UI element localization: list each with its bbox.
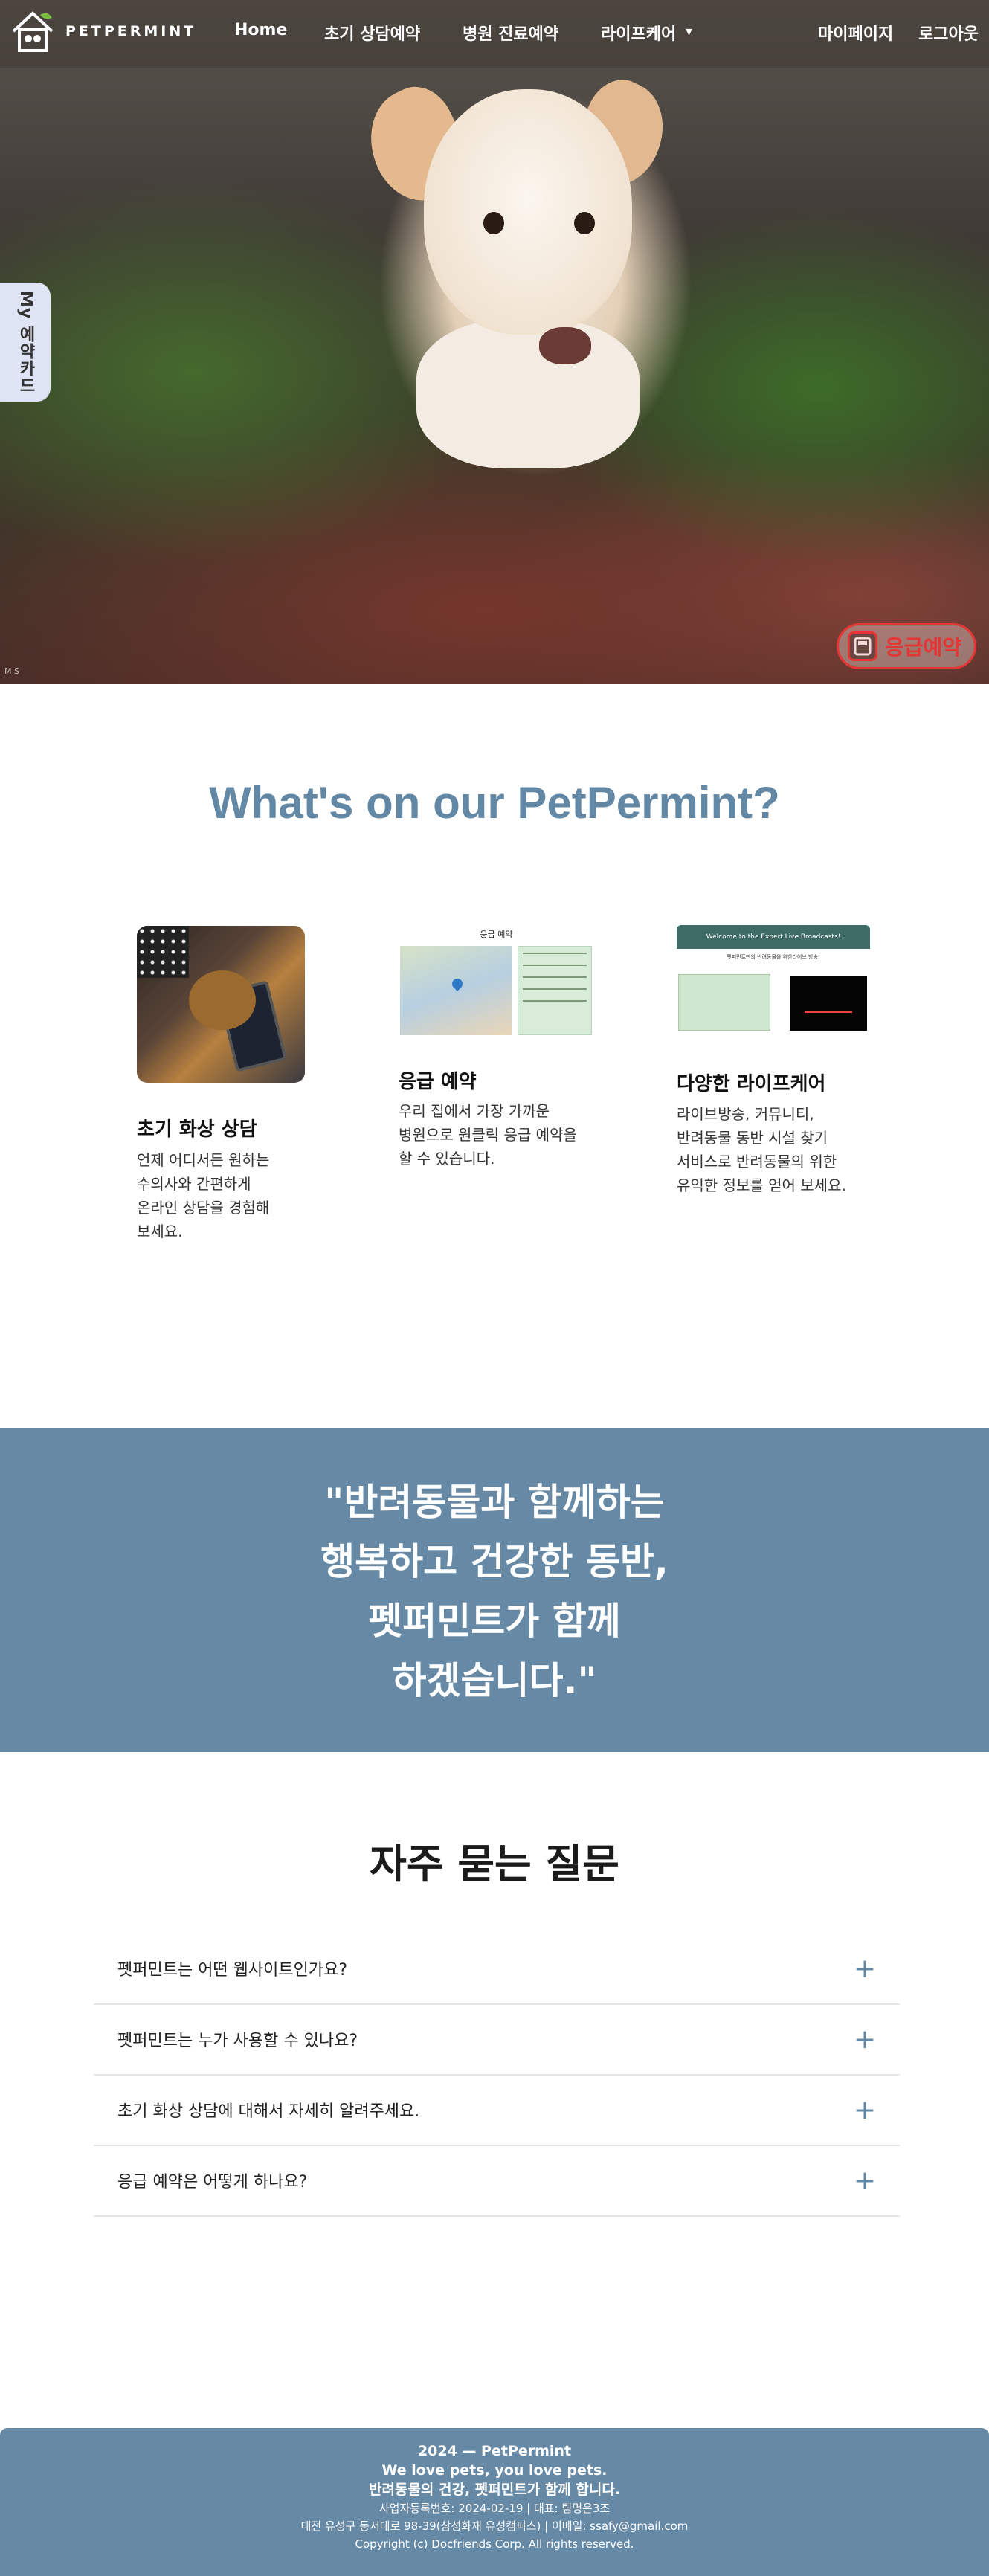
map-thumb-title: 응급 예약 [480,930,513,939]
footer-address: 대전 유성구 동서대로 98-39(삼성화재 유성캠퍼스) | 이메일: ssa… [300,2519,689,2533]
nav-hospital-booking[interactable]: 병원 진료예약 [463,21,558,45]
card-title-lifecare: 다양한 라이프케어 [677,1073,826,1095]
mission-quote: "반려동물과 함께하는 행복하고 건강한 동반, 펫퍼민트가 함께 하겠습니다.… [320,1481,669,1702]
nav-home[interactable]: Home [234,21,287,39]
logo-text: PETPERMINT [65,23,197,39]
map-thumbnail [400,946,512,1035]
footer: 2024 — PetPermint We love pets, you love… [0,2428,989,2576]
puppy-eye [483,212,504,234]
faq-title: 자주 묻는 질문 [370,1841,619,1887]
card-title-emergency: 응급 예약 [399,1071,477,1093]
faq-item[interactable]: 초기 화상 상담에 대해서 자세히 알려주세요. + [94,2075,900,2146]
dog-figure [189,970,256,1030]
plus-icon[interactable]: + [854,1954,876,1984]
faq-question: 펫퍼민트는 누가 사용할 수 있나요? [117,2032,358,2050]
emergency-label: 응급예약 [885,635,962,660]
emergency-booking-image: 응급 예약 [399,928,594,1040]
polka-dot-pattern [137,926,189,978]
side-tab-label: My 예약카드 [16,290,35,394]
nav-lifecare[interactable]: 라이프케어 [601,21,676,45]
footer-copyright: Copyright (c) Docfriends Corp. All right… [355,2537,634,2551]
puppy-eye [574,212,595,234]
plus-icon[interactable]: + [854,2024,876,2055]
map-pin-icon [450,976,465,991]
logo[interactable]: PETPERMINT [9,7,196,55]
plus-icon[interactable]: + [854,2095,876,2125]
top-navigation: PETPERMINT Home 초기 상담예약 병원 진료예약 라이프케어 ▾ … [0,0,989,68]
footer-slogan: 반려동물의 건강, 펫퍼민트가 함께 합니다. [368,2482,621,2498]
faq-item[interactable]: 펫퍼민트는 누가 사용할 수 있나요? + [94,2004,900,2076]
video-consult-image [137,926,305,1083]
my-reservation-card-tab[interactable]: My 예약카드 [0,283,51,402]
card-desc-lifecare: 라이브방송, 커뮤니티, 반려동물 동반 시설 찾기 서비스로 반려동물의 위한… [677,1105,846,1194]
faq-item[interactable]: 펫퍼민트는 어떤 웹사이트인가요? + [94,1933,900,2005]
page: PETPERMINT Home 초기 상담예약 병원 진료예약 라이프케어 ▾ … [0,0,989,2576]
faq-question: 응급 예약은 어떻게 하나요? [117,2173,308,2192]
puppy-head [424,89,632,335]
phone-booth-icon [848,631,877,661]
nav-logout[interactable]: 로그아웃 [918,21,979,45]
lifecare-image: Welcome to the Expert Live Broadcasts! 펫… [677,925,870,1044]
footer-business-info: 사업자등록번호: 2024-02-19 | 대표: 팀명은3조 [378,2502,611,2515]
footer-tagline: We love pets, you love pets. [381,2462,608,2479]
logo-house-icon [9,7,57,55]
features-title: What's on our PetPermint? [209,778,780,828]
puppy-nose [539,327,591,364]
mission-banner: "반려동물과 함께하는 행복하고 건강한 동반, 펫퍼민트가 함께 하겠습니다.… [0,1428,989,1752]
nav-initial-consult[interactable]: 초기 상담예약 [324,21,420,45]
nav-mypage[interactable]: 마이페이지 [818,21,893,45]
plus-icon[interactable]: + [854,2166,876,2196]
emergency-booking-button[interactable]: 응급예약 [837,623,976,669]
hospital-list-thumbnail [518,946,592,1035]
lifecare-thumb-header: Welcome to the Expert Live Broadcasts! [677,925,870,949]
chevron-down-icon[interactable]: ▾ [686,24,692,39]
broadcast-video-thumbnail [790,976,867,1031]
faq-question: 초기 화상 상담에 대해서 자세히 알려주세요. [117,2102,420,2121]
footer-brand: 2024 — PetPermint [417,2443,572,2459]
card-desc-video-consult: 언제 어디서든 원하는 수의사와 간편하게 온라인 상담을 경험해 보세요. [137,1151,270,1240]
card-title-video-consult: 초기 화상 상담 [137,1118,257,1141]
corner-mark: M S [4,666,19,676]
puppy-body [416,320,640,468]
hero-image [0,0,989,684]
faq-item[interactable]: 응급 예약은 어떻게 하나요? + [94,2145,900,2217]
lifecare-thumb-subtitle: 펫퍼민트만의 반려동물을 위한라이브 방송! [727,954,820,960]
faq-question: 펫퍼민트는 어떤 웹사이트인가요? [117,1961,348,1980]
broadcast-list-thumbnail [678,974,770,1031]
card-desc-emergency: 우리 집에서 가장 가까운 병원으로 원클릭 응급 예약을 할 수 있습니다. [399,1102,577,1168]
